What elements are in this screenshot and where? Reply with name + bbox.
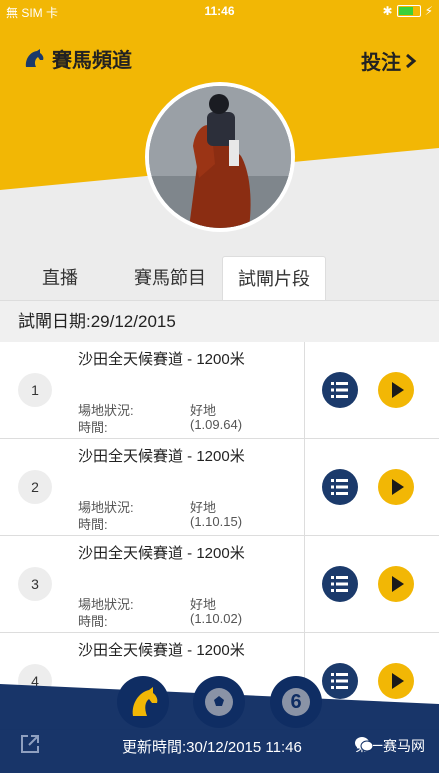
horse-logo-icon: [25, 48, 44, 67]
tab-bar: 直播 賽馬節目 試閘片段: [0, 250, 439, 301]
list-icon: [331, 479, 348, 495]
list-icon: [331, 673, 348, 689]
football-channel-button[interactable]: [193, 676, 245, 728]
horse-icon: [132, 687, 158, 716]
results-button[interactable]: [322, 663, 358, 699]
charging-icon: ⚡: [424, 4, 433, 18]
row-number: 3: [18, 567, 52, 601]
bet-label: 投注: [361, 52, 401, 74]
wechat-icon: [355, 737, 373, 752]
share-icon: [21, 735, 39, 753]
results-button[interactable]: [322, 469, 358, 505]
track-name: 沙田全天候賽道 - 1200米: [78, 642, 245, 659]
play-icon: [392, 382, 404, 398]
battery-icon: [396, 5, 421, 17]
battery-indicator: ✱ ⚡: [383, 4, 434, 18]
trial-list: 1 沙田全天候賽道 - 1200米 場地狀況: 好地 時間: (1.09.64)…: [0, 342, 439, 730]
clock-text: 11:46: [204, 4, 235, 18]
list-item[interactable]: 1 沙田全天候賽道 - 1200米 場地狀況: 好地 時間: (1.09.64): [0, 342, 439, 439]
bluetooth-icon: ✱: [382, 4, 393, 18]
tab-programs[interactable]: 賽馬節目: [120, 256, 220, 300]
divider: [304, 439, 305, 535]
time-value: (1.10.15): [190, 514, 243, 529]
status-bar: 無 SIM 卡 11:46 ✱ ⚡: [0, 0, 439, 22]
play-button[interactable]: [378, 469, 414, 505]
mark-six-button[interactable]: 6: [270, 676, 322, 728]
racing-channel-button[interactable]: [117, 676, 169, 728]
time-value: (1.10.02): [190, 611, 243, 626]
play-button[interactable]: [378, 566, 414, 602]
results-button[interactable]: [322, 566, 358, 602]
divider: [304, 342, 305, 438]
page-title: 賽馬頻道: [52, 50, 132, 72]
play-button[interactable]: [378, 663, 414, 699]
results-button[interactable]: [322, 372, 358, 408]
time-label: 時間:: [78, 420, 108, 435]
play-button[interactable]: [378, 372, 414, 408]
watermark: 第一赛马网: [355, 736, 425, 756]
track-name: 沙田全天候賽道 - 1200米: [78, 545, 245, 562]
time-value: (1.09.64): [190, 417, 243, 432]
bet-button[interactable]: 投注: [361, 46, 417, 75]
soccer-icon: [205, 688, 233, 716]
jockey-photo: [145, 82, 295, 232]
play-icon: [392, 479, 404, 495]
list-item[interactable]: 3 沙田全天候賽道 - 1200米 場地狀況: 好地 時間: (1.10.02): [0, 536, 439, 633]
tab-trials[interactable]: 試閘片段: [222, 256, 326, 301]
row-number: 1: [18, 373, 52, 407]
list-icon: [331, 382, 348, 398]
time-label: 時間:: [78, 517, 108, 532]
horse-jockey-image: [149, 86, 291, 228]
play-icon: [392, 673, 404, 689]
update-time: 更新時間:30/12/2015 11:46: [122, 739, 302, 756]
tab-live[interactable]: 直播: [18, 256, 102, 300]
trial-date-header: 試閘日期:29/12/2015: [0, 300, 439, 342]
divider: [304, 536, 305, 632]
channel-logo: 賽馬頻道: [22, 44, 132, 73]
list-item[interactable]: 2 沙田全天候賽道 - 1200米 場地狀況: 好地 時間: (1.10.15): [0, 439, 439, 536]
chevron-right-icon: [406, 53, 417, 68]
row-number: 4: [18, 664, 52, 698]
track-name: 沙田全天候賽道 - 1200米: [78, 351, 245, 368]
watermark-text: 第一赛马网: [355, 738, 425, 754]
track-name: 沙田全天候賽道 - 1200米: [78, 448, 245, 465]
six-label: 6: [290, 691, 302, 713]
list-icon: [331, 576, 348, 592]
play-icon: [392, 576, 404, 592]
row-number: 2: [18, 470, 52, 504]
time-label: 時間:: [78, 614, 108, 629]
